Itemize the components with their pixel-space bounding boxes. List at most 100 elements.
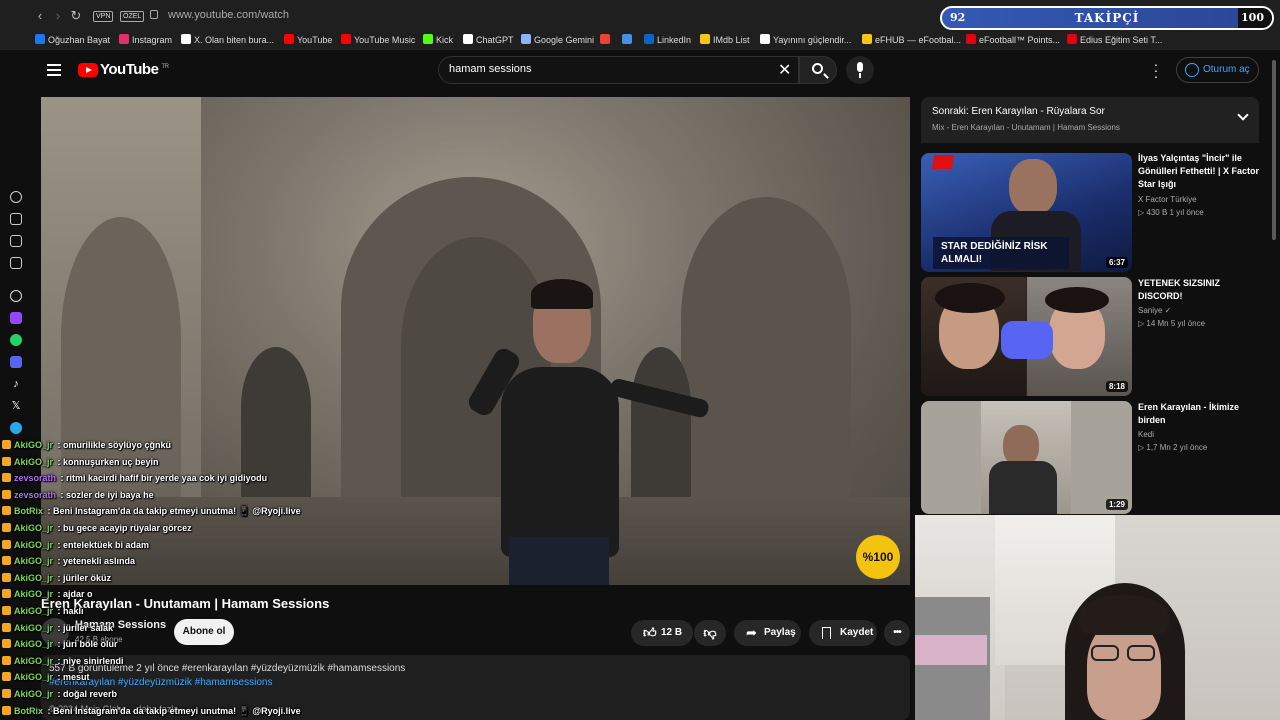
- search-button[interactable]: [799, 56, 837, 84]
- mix-title: Mix - Eren Karayılan - Unutamam | Hamam …: [932, 123, 1120, 132]
- whatsapp-icon[interactable]: [10, 334, 22, 346]
- tiktok-icon[interactable]: ♪: [10, 378, 22, 390]
- bookmark-item[interactable]: X. Olan biten bura...: [181, 33, 274, 47]
- chat-badge-icon: [2, 705, 11, 715]
- bookmark-label: Yayınını güçlendir...: [773, 35, 852, 45]
- up-next-panel[interactable]: Sonraki: Eren Karayılan - Rüyalara Sor M…: [921, 97, 1259, 143]
- rec-title[interactable]: YETENEK SIZSINIZ DISCORD!: [1138, 277, 1260, 303]
- dislike-button[interactable]: 👎︎: [694, 620, 726, 646]
- bookmark-item[interactable]: YouTube: [284, 33, 332, 47]
- search-query[interactable]: hamam sessions: [449, 63, 532, 75]
- rec-channel[interactable]: X Factor Türkiye: [1138, 195, 1197, 204]
- robot-icon[interactable]: [10, 213, 22, 225]
- save-button[interactable]: Kaydet: [809, 620, 877, 646]
- bookmark-label: X. Olan biten bura...: [194, 35, 275, 45]
- video-thumbnail[interactable]: 8:18: [921, 277, 1132, 396]
- bookmark-item[interactable]: eFHUB — eFootbal...: [862, 33, 961, 47]
- chat-username: AkiGO_jr: [14, 606, 54, 616]
- bookmark-favicon-icon: [760, 34, 770, 44]
- bookmark-item[interactable]: LinkedIn: [644, 33, 691, 47]
- bookmark-item[interactable]: [622, 33, 635, 47]
- x-icon[interactable]: 𝕏: [10, 400, 22, 412]
- m-icon[interactable]: [10, 257, 22, 269]
- bookmark-favicon-icon: [644, 34, 654, 44]
- bookmark-item[interactable]: ChatGPT: [463, 33, 514, 47]
- bookmark-item[interactable]: Yayınını güçlendir...: [760, 33, 851, 47]
- clear-search-icon[interactable]: ✕: [778, 60, 791, 80]
- share-button[interactable]: ➦ Paylaş: [734, 620, 801, 646]
- rec-meta: ▷ 14 Mn 5 yıl önce: [1138, 319, 1206, 328]
- menu-icon[interactable]: [47, 64, 61, 76]
- follower-label: TAKİPÇİ: [1074, 11, 1140, 25]
- chat-text: Beni Instagram'da da takip etmeyi unutma…: [53, 506, 301, 517]
- bookmark-icon: [822, 627, 831, 639]
- video-thumbnail[interactable]: STAR DEDİĞİNİZ RİSK ALMALI! 6:37: [921, 153, 1132, 272]
- subscribe-button[interactable]: Abone ol: [174, 619, 234, 645]
- rec-channel[interactable]: Kedi: [1138, 430, 1154, 439]
- chat-text: jüriler öküz: [63, 572, 112, 583]
- rec-title[interactable]: İlyas Yalçıntaş "İncir" ile Gönülleri Fe…: [1138, 152, 1260, 191]
- screen-icon[interactable]: [10, 235, 22, 247]
- twitch-icon[interactable]: [10, 312, 22, 324]
- forward-icon[interactable]: ›: [50, 8, 66, 24]
- like-button[interactable]: 👍︎ 12 B: [631, 620, 693, 646]
- bookmark-item[interactable]: [600, 33, 613, 47]
- telegram-icon[interactable]: [10, 422, 22, 434]
- chat-badge-icon: [2, 639, 11, 649]
- chat-message: AkiGO_jr : jüri böle olur: [2, 636, 118, 652]
- bookmark-item[interactable]: Kick: [423, 33, 453, 47]
- chat-text: doğal reverb: [63, 689, 118, 699]
- vpn-badge[interactable]: VPN: [93, 11, 114, 22]
- rec-meta: ▷ 430 B 1 yıl önce: [1138, 208, 1204, 217]
- chat-badge-icon: [2, 689, 11, 698]
- page-scrollbar[interactable]: [1272, 60, 1276, 240]
- sign-in-button[interactable]: Oturum aç: [1176, 57, 1259, 83]
- chat-message: AkiGO_jr : doğal reverb: [2, 686, 117, 702]
- bookmark-label: ChatGPT: [476, 35, 514, 45]
- bookmark-item[interactable]: Google Gemini: [521, 33, 594, 47]
- more-options-icon[interactable]: · · ·: [1152, 57, 1160, 83]
- video-thumbnail[interactable]: 1:29: [921, 401, 1132, 514]
- youtube-logo-icon[interactable]: [78, 63, 98, 77]
- bookmark-favicon-icon: [1067, 34, 1077, 44]
- voice-search-icon[interactable]: [846, 56, 874, 84]
- more-actions-button[interactable]: •••: [884, 620, 910, 646]
- chat-text: ritmi kacirdi hafif bir yerde yaa cok iy…: [66, 473, 268, 484]
- back-icon[interactable]: ‹: [32, 8, 48, 24]
- bookmark-item[interactable]: Instagram: [119, 33, 172, 47]
- bookmark-label: LinkedIn: [657, 35, 692, 45]
- youtube-logo[interactable]: YouTube TR: [100, 61, 169, 78]
- rec-channel[interactable]: Saniye ✓: [1138, 306, 1171, 315]
- bookmark-item[interactable]: Edius Eğitim Seti T...: [1067, 33, 1162, 47]
- chat-username: AkiGO_jr: [14, 556, 54, 567]
- rec-title[interactable]: Eren Karayılan - İkimize birden: [1138, 401, 1260, 427]
- chat-message: AkiGO_jr : ajdar o: [2, 586, 93, 602]
- chat-text: jüriler salak: [63, 622, 114, 633]
- bookmark-item[interactable]: IMdb List: [700, 33, 750, 47]
- bookmark-favicon-icon: [119, 34, 129, 44]
- discord-icon[interactable]: [10, 356, 22, 368]
- chat-text: jüri böle olur: [63, 639, 118, 650]
- bookmark-favicon-icon: [35, 34, 45, 44]
- chat-username: AkiGO_jr: [14, 655, 54, 666]
- bookmark-item[interactable]: Oğuzhan Bayat: [35, 33, 110, 47]
- private-badge[interactable]: ÖZEL: [120, 11, 145, 22]
- chat-message: zevsorath : ritmi kacirdi hafif bir yerd…: [2, 470, 267, 486]
- bookmark-favicon-icon: [862, 34, 872, 44]
- bookmark-favicon-icon: [341, 34, 351, 44]
- bookmark-item[interactable]: eFootball™ Points...: [966, 33, 1060, 47]
- video-duration: 6:37: [1105, 257, 1128, 268]
- history-icon[interactable]: [10, 191, 22, 203]
- bookmark-item[interactable]: YouTube Music: [341, 33, 415, 47]
- bookmark-favicon-icon: [284, 34, 294, 44]
- address-bar[interactable]: www.youtube.com/watch: [168, 9, 289, 21]
- chevron-down-icon[interactable]: [1237, 109, 1249, 121]
- bookmark-favicon-icon: [521, 34, 531, 44]
- chat-username: zevsorath: [14, 489, 57, 500]
- chat-username: BotRix: [14, 705, 43, 716]
- reload-icon[interactable]: ↻: [68, 8, 84, 24]
- chat-message: AkiGO_jr : haklı: [2, 603, 84, 619]
- bookmark-favicon-icon: [423, 34, 433, 44]
- bookmark-label: eFootball™ Points...: [979, 35, 1061, 45]
- chatgpt-icon[interactable]: [10, 290, 22, 302]
